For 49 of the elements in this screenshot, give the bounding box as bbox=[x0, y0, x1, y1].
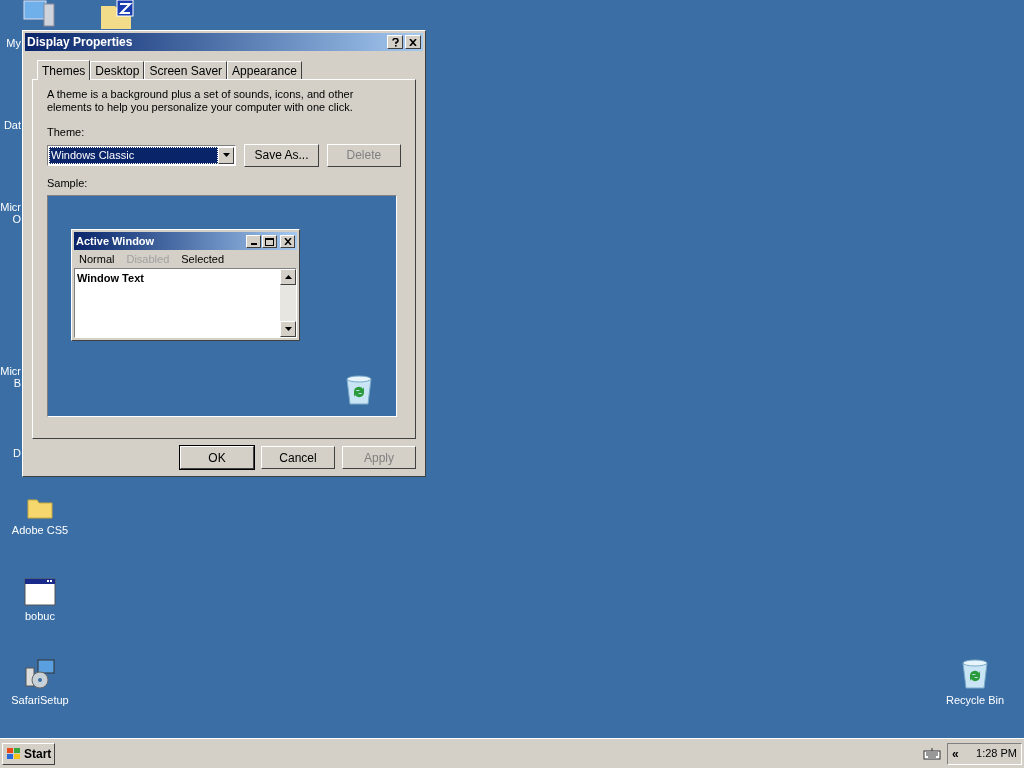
caret-icon bbox=[222, 153, 230, 157]
theme-label: Theme: bbox=[47, 125, 86, 140]
tab[interactable]: Themes bbox=[37, 60, 91, 80]
window-title: Display Properties bbox=[27, 34, 133, 51]
icon-label[interactable]: My bbox=[6, 37, 21, 49]
help-button[interactable] bbox=[387, 35, 403, 49]
tab[interactable]: Screen Saver bbox=[144, 61, 228, 79]
icon-label[interactable]: D bbox=[13, 447, 21, 459]
start-button[interactable]: Start bbox=[2, 742, 56, 765]
tab[interactable]: Desktop bbox=[90, 61, 145, 79]
dialog-button[interactable]: Save As... bbox=[244, 143, 319, 167]
icon-label[interactable]: Adobe CS5 bbox=[11, 524, 69, 536]
icon-label[interactable]: Recycle Bin bbox=[945, 694, 1005, 706]
menu-item[interactable]: Normal bbox=[79, 250, 115, 268]
icon-label[interactable]: Micr bbox=[0, 201, 21, 213]
theme-value: Windows Classic bbox=[49, 146, 219, 164]
close-icon bbox=[409, 38, 417, 46]
minimize-icon bbox=[246, 234, 261, 248]
icon-label[interactable]: bobuc bbox=[25, 610, 55, 622]
dialog-button[interactable]: Cancel bbox=[261, 446, 335, 469]
question-mark-icon bbox=[391, 37, 399, 47]
theme-dropdown[interactable]: Windows Classic bbox=[47, 144, 237, 166]
scroll-up-icon[interactable] bbox=[280, 269, 296, 285]
icon-label[interactable]: Dat bbox=[3, 119, 21, 131]
window-icon bbox=[24, 578, 56, 606]
show-hidden-icons-chevron[interactable]: « bbox=[952, 744, 959, 763]
close-icon bbox=[280, 234, 295, 248]
icon-label[interactable]: O bbox=[12, 213, 21, 225]
keyboard-icon[interactable] bbox=[923, 747, 941, 760]
close-button[interactable] bbox=[405, 35, 421, 49]
maximize-icon bbox=[262, 234, 277, 248]
icon-label[interactable]: B bbox=[13, 377, 21, 389]
menu-item[interactable]: Selected bbox=[181, 250, 225, 268]
recycle-bin-icon bbox=[344, 374, 374, 406]
window-text: Window Text bbox=[76, 271, 145, 286]
icon-label[interactable]: Micr bbox=[0, 365, 21, 377]
clock: 1:28 PM bbox=[976, 746, 1017, 762]
windows-flag-icon bbox=[6, 746, 22, 761]
recycle-bin-icon bbox=[960, 658, 990, 690]
computer-icon bbox=[22, 0, 56, 28]
scroll-down-icon[interactable] bbox=[280, 321, 296, 337]
sample-window-title: Active Window bbox=[76, 233, 155, 249]
sample-label: Sample: bbox=[47, 175, 89, 191]
tab[interactable]: Appearance bbox=[227, 61, 302, 79]
installer-icon bbox=[24, 658, 56, 690]
theme-description: A theme is a background plus a set of sounds, icons, and other elements to help you personalize your computer with one click. bbox=[47, 88, 355, 114]
icon-label[interactable]: SafariSetup bbox=[11, 694, 69, 706]
dialog-button[interactable]: OK bbox=[180, 446, 254, 469]
folder-icon bbox=[26, 496, 54, 520]
